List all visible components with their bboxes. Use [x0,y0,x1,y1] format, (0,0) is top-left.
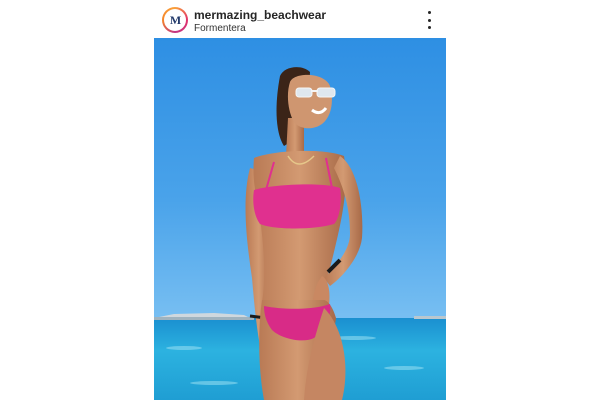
bikini-top [253,184,341,229]
post-image[interactable] [154,38,446,400]
more-vertical-icon[interactable] [424,11,434,29]
post-header: M mermazing_beachwear Formentera [154,0,446,38]
photo-illustration [154,67,446,400]
avatar[interactable]: M [162,7,188,33]
username[interactable]: mermazing_beachwear [194,9,326,22]
location[interactable]: Formentera [194,22,326,35]
avatar-logo: M [164,9,186,31]
face [287,74,332,129]
user-meta: mermazing_beachwear Formentera [194,9,326,35]
